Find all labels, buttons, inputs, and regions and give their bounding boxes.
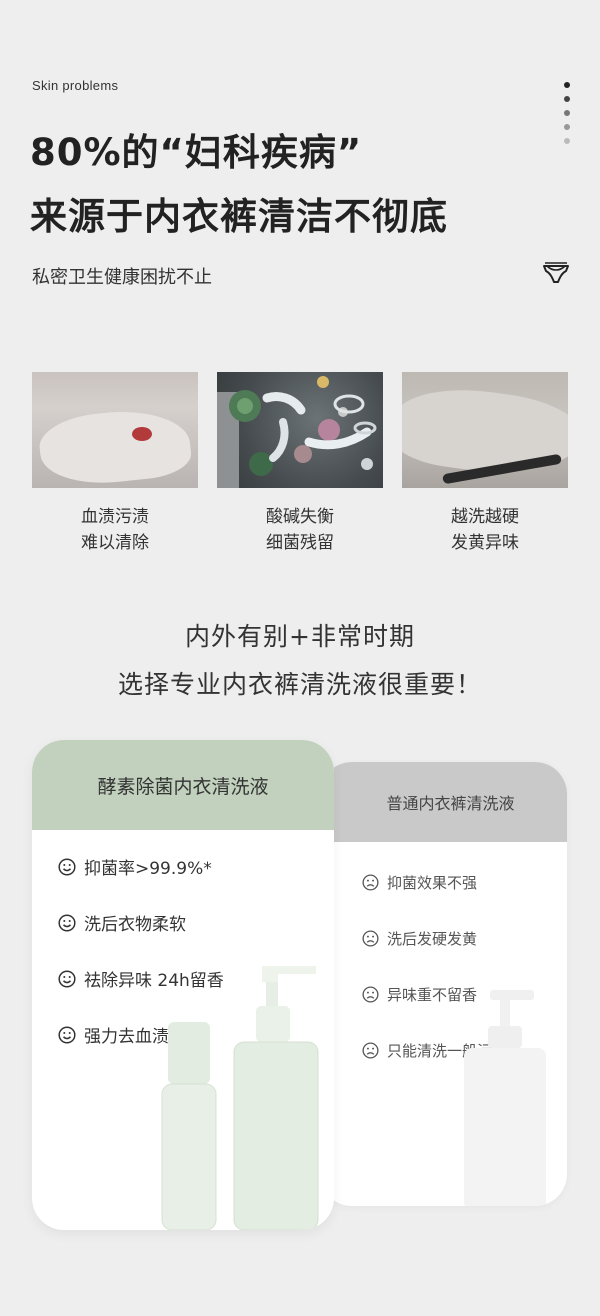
ordinary-feature-item: 抑菌效果不强: [362, 872, 477, 893]
frown-face-icon: [362, 874, 379, 891]
smile-face-icon: [58, 913, 76, 932]
pagination-dots-icon[interactable]: [564, 82, 570, 144]
worn-fabric-image: [402, 372, 568, 488]
frown-face-icon: [362, 1042, 379, 1059]
problem-caption: 血渍污渍 难以清除: [81, 507, 149, 553]
smile-face-icon: [58, 969, 76, 988]
section-heading-line-1: 内外有别+非常时期: [185, 622, 415, 651]
premium-product-card: 酵素除菌内衣清洗液 抑菌率>99.9%* 洗后衣物柔软 祛除异味 24h留香 强…: [32, 740, 334, 1230]
pump-bottle-image: [233, 966, 319, 1230]
headline-line-2: 来源于内衣裤清洁不彻底: [30, 195, 448, 238]
frown-face-icon: [362, 930, 379, 947]
section-heading-line-2: 选择专业内衣裤清洗液很重要！: [117, 670, 482, 699]
problem-item: 血渍污渍 难以清除: [32, 372, 198, 556]
ordinary-product-card: 普通内衣裤清洗液 抑菌效果不强 洗后发硬发黄 异味重不留香 只能清洗一般污渍: [320, 762, 567, 1206]
premium-feature-item: 抑菌率>99.9%*: [58, 854, 212, 879]
eyebrow-label: Skin problems: [32, 78, 119, 93]
ordinary-feature-item: 洗后发硬发黄: [362, 928, 477, 949]
problem-item: 越洗越硬 发黄异味: [402, 372, 568, 556]
problem-caption: 酸碱失衡 细菌残留: [266, 507, 334, 553]
generic-bottle-image: [464, 990, 546, 1206]
smile-face-icon: [58, 1025, 76, 1044]
stained-underwear-image: [32, 372, 198, 488]
bacteria-image: [217, 372, 383, 488]
premium-feature-item: 祛除异味 24h留香: [58, 966, 224, 991]
premium-card-title: 酵素除菌内衣清洗液: [32, 740, 334, 830]
headline-line-1: 80%的“妇科疾病”: [30, 131, 363, 174]
frown-face-icon: [362, 986, 379, 1003]
small-bottle-image: [161, 1022, 217, 1230]
smile-face-icon: [58, 857, 76, 876]
premium-feature-item: 洗后衣物柔软: [58, 910, 186, 935]
briefs-icon: [543, 262, 569, 283]
ordinary-card-title: 普通内衣裤清洗液: [320, 762, 567, 842]
problem-item: 酸碱失衡 细菌残留: [217, 372, 383, 556]
problem-caption: 越洗越硬 发黄异味: [451, 507, 519, 553]
subline: 私密卫生健康困扰不止: [32, 267, 212, 288]
